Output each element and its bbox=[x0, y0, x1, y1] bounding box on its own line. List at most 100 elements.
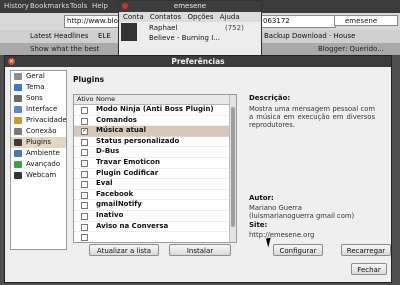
plugin-active-checkbox[interactable] bbox=[81, 202, 88, 210]
sidebar-item-tema[interactable]: Tema bbox=[11, 82, 66, 93]
configure-button[interactable]: Configurar bbox=[273, 244, 323, 256]
menu-history[interactable]: History bbox=[4, 2, 29, 10]
column-active[interactable]: Ativo bbox=[77, 95, 94, 104]
bookmark-backup[interactable]: Backup bbox=[264, 32, 290, 40]
sidebar-item-label: Geral bbox=[26, 72, 45, 80]
now-playing-status: Believe - Burning I... bbox=[149, 34, 220, 42]
sidebar-item-label: Webcam bbox=[26, 171, 57, 179]
plugin-list-scrollbar[interactable] bbox=[229, 95, 236, 242]
advanced-icon bbox=[14, 161, 22, 168]
author-email: (luismarianoguerra gmail com) bbox=[249, 212, 355, 220]
plugin-description: Mostra uma mensagem pessoal com a música… bbox=[249, 105, 375, 129]
close-button[interactable]: Fechar bbox=[351, 263, 387, 275]
install-button[interactable]: Instalar bbox=[169, 244, 231, 256]
plugin-icon bbox=[14, 139, 22, 146]
bookmark-download-house[interactable]: Download · House bbox=[292, 32, 355, 40]
emesene-title: emesene bbox=[173, 2, 207, 10]
plugin-rows: Modo Ninja (Anti Boss Plugin) Comandos Mús… bbox=[74, 105, 236, 242]
close-icon[interactable]: ✕ bbox=[8, 58, 15, 65]
plugin-row[interactable]: Modo Ninja (Anti Boss Plugin) bbox=[74, 105, 236, 116]
plugin-name: Inativo bbox=[96, 210, 124, 219]
plugin-row[interactable]: Facebook bbox=[74, 190, 236, 201]
bookmark-latest-headlines[interactable]: Latest Headlines bbox=[30, 32, 88, 40]
plugin-name: Travar Emoticon bbox=[96, 157, 160, 166]
desktop-icon bbox=[14, 150, 22, 157]
plugin-active-checkbox[interactable] bbox=[81, 212, 88, 220]
plugin-active-checkbox[interactable] bbox=[81, 191, 88, 199]
plugins-heading: Plugins bbox=[73, 75, 105, 84]
emesene-titlebar: emesene bbox=[119, 1, 261, 12]
sidebar-item-label: Tema bbox=[26, 83, 45, 91]
plugin-row[interactable]: Plugin Codificar bbox=[74, 169, 236, 180]
plugin-name: Eval bbox=[96, 179, 113, 188]
plugin-row[interactable]: Eval bbox=[74, 179, 236, 190]
reload-button[interactable]: Recarregar bbox=[341, 244, 391, 256]
plugin-active-checkbox[interactable] bbox=[81, 107, 88, 114]
plugin-active-checkbox[interactable] bbox=[81, 138, 88, 146]
plugin-row[interactable]: Comandos bbox=[74, 116, 236, 127]
scrollbar-thumb[interactable] bbox=[231, 107, 235, 227]
plugin-row[interactable]: Inativo bbox=[74, 211, 236, 222]
sidebar-item-sons[interactable]: Sons bbox=[11, 93, 66, 104]
site-url: http://emesene.org bbox=[249, 231, 315, 239]
dialog-title: Preferências bbox=[171, 57, 225, 66]
description-label: Descrição: bbox=[249, 94, 291, 102]
sidebar-item-label: Interface bbox=[26, 105, 58, 113]
menu-tools[interactable]: Tools bbox=[70, 2, 87, 10]
sidebar-item-webcam[interactable]: Webcam bbox=[11, 170, 66, 181]
menu-opcoes[interactable]: Opções bbox=[187, 13, 213, 21]
network-icon bbox=[14, 128, 22, 135]
sidebar-item-privacidade[interactable]: Privacidade bbox=[11, 115, 67, 126]
plugin-row[interactable]: Travar Emoticon bbox=[74, 158, 236, 169]
plugin-active-checkbox[interactable] bbox=[81, 181, 88, 189]
menu-contatos[interactable]: Contatos bbox=[150, 13, 181, 21]
emesene-window: emesene Conta Contatos Opções Ajuda Raph… bbox=[118, 0, 262, 57]
plugin-name: Facebook bbox=[96, 189, 134, 198]
sidebar-item-label: Privacidade bbox=[26, 116, 67, 124]
avatar[interactable] bbox=[121, 23, 137, 41]
preferences-dialog: ✕ Preferências Geral Tema Sons Interface Pri… bbox=[4, 55, 392, 283]
plugin-row[interactable]: gmailNotify bbox=[74, 200, 236, 211]
sidebar-item-conexo[interactable]: Conexão bbox=[11, 126, 66, 137]
column-name[interactable]: Nome bbox=[96, 95, 115, 104]
plugin-row[interactable]: D-Bus bbox=[74, 147, 236, 158]
menu-help[interactable]: Help bbox=[92, 2, 108, 10]
plugin-active-checkbox[interactable] bbox=[81, 126, 88, 136]
sidebar-item-geral[interactable]: Geral bbox=[11, 71, 66, 82]
plugin-active-checkbox[interactable] bbox=[81, 170, 88, 178]
bookmark-ele[interactable]: ELE bbox=[98, 32, 111, 40]
sidebar-item-interface[interactable]: Interface bbox=[11, 104, 66, 115]
tab-blogger[interactable]: Blogger: Querido... bbox=[318, 45, 384, 53]
update-list-button[interactable]: Atualizar a lista bbox=[89, 244, 159, 256]
search-input[interactable]: emesene bbox=[334, 15, 398, 26]
sidebar-item-avanado[interactable]: Avançado bbox=[11, 159, 66, 170]
sidebar-item-plugins[interactable]: Plugins bbox=[11, 137, 66, 148]
menu-ajuda[interactable]: Ajuda bbox=[220, 13, 240, 21]
address-bar-right[interactable]: 063172 bbox=[260, 15, 336, 28]
plugin-row[interactable]: Status personalizado bbox=[74, 137, 236, 148]
contact-name: Raphael bbox=[149, 24, 178, 32]
tab-left[interactable]: Show what the best bbox=[30, 45, 99, 53]
sidebar-item-ambiente[interactable]: Ambiente bbox=[11, 148, 66, 159]
author-label: Autor: bbox=[249, 194, 274, 202]
plugin-active-checkbox[interactable] bbox=[81, 223, 88, 231]
sidebar-item-label: Conexão bbox=[26, 127, 57, 135]
menu-conta[interactable]: Conta bbox=[123, 13, 144, 21]
close-icon[interactable] bbox=[122, 3, 128, 9]
dialog-titlebar: ✕ Preferências bbox=[5, 56, 391, 67]
plugin-active-checkbox[interactable] bbox=[81, 149, 88, 157]
plugin-row[interactable]: Aviso na Conversa bbox=[74, 222, 236, 233]
plugin-active-checkbox[interactable] bbox=[81, 117, 88, 125]
plugin-active-checkbox[interactable] bbox=[81, 159, 88, 167]
plugin-name: Comandos bbox=[96, 115, 137, 124]
theme-icon bbox=[14, 84, 22, 91]
plugin-row[interactable]: Música atual bbox=[74, 126, 236, 137]
plugin-name: gmailNotify bbox=[96, 200, 142, 209]
menu-bookmarks[interactable]: Bookmarks bbox=[30, 2, 69, 10]
plugin-name: Plugin Codificar bbox=[96, 168, 159, 177]
plugin-list[interactable]: Ativo Nome Modo Ninja (Anti Boss Plugin)… bbox=[73, 94, 237, 243]
address-bar[interactable]: http://www.blogg bbox=[64, 15, 122, 28]
plugin-active-checkbox[interactable] bbox=[81, 234, 88, 242]
plugin-row[interactable] bbox=[74, 232, 236, 242]
emesene-menubar: Conta Contatos Opções Ajuda bbox=[119, 12, 261, 22]
